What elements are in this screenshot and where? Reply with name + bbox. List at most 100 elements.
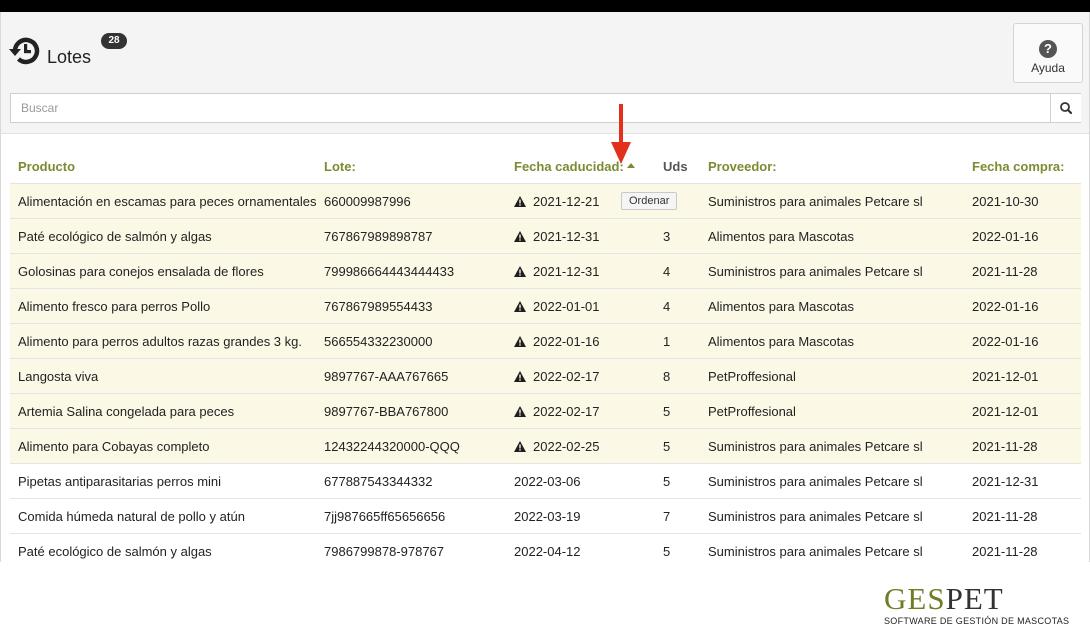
column-header-fecha-compra[interactable]: Fecha compra: xyxy=(972,159,1064,174)
cell-producto: Alimento fresco para perros Pollo xyxy=(18,299,211,314)
table-row[interactable]: Alimento para perros adultos razas grand… xyxy=(10,323,1081,358)
cell-lote: 767867989898787 xyxy=(324,229,433,244)
cell-uds: 1 xyxy=(663,334,671,349)
cell-producto: Comida húmeda natural de pollo y atún xyxy=(18,509,245,524)
cell-fecha-compra: 2021-12-31 xyxy=(972,474,1039,489)
cell-proveedor: Alimentos para Mascotas xyxy=(708,299,854,314)
cell-proveedor: Suministros para animales Petcare sl xyxy=(708,544,923,559)
question-circle-icon: ? xyxy=(1039,40,1057,58)
column-header-fecha-caducidad-label: Fecha caducidad: xyxy=(514,159,624,174)
cell-lote: 660009987996 xyxy=(324,194,411,209)
expiry-date-text: 2021-12-31 xyxy=(533,264,600,279)
expiry-date-text: 2022-01-01 xyxy=(533,299,600,314)
cell-proveedor: Suministros para animales Petcare sl xyxy=(708,194,923,209)
cell-producto: Paté ecológico de salmón y algas xyxy=(18,229,212,244)
gespet-logo: GESPET SOFTWARE DE GESTIÓN DE MASCOTAS xyxy=(884,583,1084,633)
page-header: Lotes 28 ? Ayuda xyxy=(1,12,1089,134)
cell-fecha-compra: 2021-11-28 xyxy=(972,544,1038,559)
cell-lote: 12432244320000-QQQ xyxy=(324,439,460,454)
cell-uds: 4 xyxy=(663,264,671,279)
cell-fecha-compra: 2021-12-01 xyxy=(972,369,1039,384)
column-header-producto[interactable]: Producto xyxy=(18,159,75,174)
table-row[interactable]: Paté ecológico de salmón y algas 76786798… xyxy=(10,218,1081,253)
warning-triangle-icon xyxy=(514,441,526,452)
cell-producto: Golosinas para conejos ensalada de flore… xyxy=(18,264,264,279)
warning-triangle-icon xyxy=(514,406,526,417)
cell-uds: 4 xyxy=(663,299,671,314)
cell-fecha-caducidad: 2022-02-17 xyxy=(514,404,600,419)
warning-triangle-icon xyxy=(514,266,526,277)
cell-lote: 7jj987665ff65656656 xyxy=(324,509,446,524)
cell-fecha-caducidad: 2021-12-21 xyxy=(514,194,600,209)
cell-proveedor: Alimentos para Mascotas xyxy=(708,334,854,349)
cell-lote: 9897767-BBA767800 xyxy=(324,404,449,419)
cell-fecha-compra: 2021-11-28 xyxy=(972,439,1038,454)
column-header-lote[interactable]: Lote: xyxy=(324,159,356,174)
column-header-proveedor[interactable]: Proveedor: xyxy=(708,159,777,174)
cell-producto: Langosta viva xyxy=(18,369,99,384)
expiry-date-text: 2022-02-25 xyxy=(533,439,600,454)
help-button[interactable]: ? Ayuda xyxy=(1013,23,1083,83)
cell-fecha-compra: 2021-11-28 xyxy=(972,509,1038,524)
cell-fecha-caducidad: 2021-12-31 xyxy=(514,264,600,279)
cell-uds: 7 xyxy=(663,509,671,524)
cell-proveedor: Suministros para animales Petcare sl xyxy=(708,474,923,489)
expiry-date-text: 2022-01-16 xyxy=(533,334,600,349)
cell-uds: 5 xyxy=(663,544,671,559)
brand-tagline: SOFTWARE DE GESTIÓN DE MASCOTAS xyxy=(884,616,1070,626)
search-button[interactable] xyxy=(1050,94,1081,122)
cell-fecha-compra: 2022-01-16 xyxy=(972,334,1039,349)
expiry-date-text: 2021-12-31 xyxy=(533,229,600,244)
warning-triangle-icon xyxy=(514,231,526,242)
cell-lote: 9897767-AAA767665 xyxy=(324,369,449,384)
cell-producto: Alimentación en escamas para peces ornam… xyxy=(18,194,317,209)
brand-name-part2: PET xyxy=(945,581,1004,616)
table-row[interactable]: Golosinas para conejos ensalada de flore… xyxy=(10,253,1081,288)
cell-fecha-caducidad: 2022-02-25 xyxy=(514,439,600,454)
cell-uds: 5 xyxy=(663,404,671,419)
cell-fecha-caducidad: 2022-03-06 xyxy=(514,474,581,489)
table-row[interactable]: Comida húmeda natural de pollo y atún 7jj… xyxy=(10,498,1081,533)
cell-producto: Alimento para Cobayas completo xyxy=(18,439,210,454)
history-icon xyxy=(9,37,40,65)
table-row[interactable]: Alimento para Cobayas completo 1243224432… xyxy=(10,428,1081,463)
search-input[interactable] xyxy=(11,94,1049,122)
cell-lote: 677887543344332 xyxy=(324,474,433,489)
cell-fecha-compra: 2022-01-16 xyxy=(972,229,1039,244)
cell-producto: Pipetas antiparasitarias perros mini xyxy=(18,474,222,489)
table-header: Producto Lote: Fecha caducidad: Uds Prov… xyxy=(10,146,1081,184)
cell-uds: 5 xyxy=(663,474,671,489)
cell-lote: 7986799878-978767 xyxy=(324,544,445,559)
cell-lote: 767867989554433 xyxy=(324,299,433,314)
cell-fecha-caducidad: 2022-04-12 xyxy=(514,544,581,559)
table-row[interactable]: Alimento fresco para perros Pollo 7678679… xyxy=(10,288,1081,323)
cell-lote: 799986664443444433 xyxy=(324,264,455,279)
cell-proveedor: PetProffesional xyxy=(708,404,796,419)
cell-lote: 566554332230000 xyxy=(324,334,433,349)
red-arrow-icon xyxy=(611,104,631,164)
cell-uds: 3 xyxy=(663,229,671,244)
cell-fecha-compra: 2021-11-28 xyxy=(972,264,1038,279)
cell-producto: Alimento para perros adultos razas grand… xyxy=(18,334,302,349)
cell-uds: 5 xyxy=(663,439,671,454)
cell-fecha-compra: 2021-12-01 xyxy=(972,404,1039,419)
top-black-bar xyxy=(0,0,1090,12)
cell-proveedor: Alimentos para Mascotas xyxy=(708,229,854,244)
cell-fecha-caducidad: 2022-01-01 xyxy=(514,299,600,314)
column-header-uds[interactable]: Uds xyxy=(663,159,688,174)
cell-uds: 8 xyxy=(663,369,671,384)
table-row[interactable]: Artemia Salina congelada para peces 98977… xyxy=(10,393,1081,428)
cell-fecha-caducidad: 2022-03-19 xyxy=(514,509,581,524)
expiry-date-text: 2021-12-21 xyxy=(533,194,600,209)
table-row[interactable]: Langosta viva 9897767-AAA767665 2022-02-17… xyxy=(10,358,1081,393)
sort-tooltip: Ordenar xyxy=(621,192,678,210)
expiry-date-text: 2022-02-17 xyxy=(533,369,600,384)
table-row[interactable]: Paté ecológico de salmón y algas 79867998… xyxy=(10,533,1081,562)
search-bar xyxy=(10,93,1081,123)
help-label: Ayuda xyxy=(1031,61,1065,75)
count-badge: 28 xyxy=(101,33,127,49)
cell-proveedor: Suministros para animales Petcare sl xyxy=(708,509,923,524)
table-row[interactable]: Alimentación en escamas para peces ornam… xyxy=(10,183,1081,218)
cell-fecha-caducidad: 2022-01-16 xyxy=(514,334,600,349)
table-row[interactable]: Pipetas antiparasitarias perros mini 6778… xyxy=(10,463,1081,498)
